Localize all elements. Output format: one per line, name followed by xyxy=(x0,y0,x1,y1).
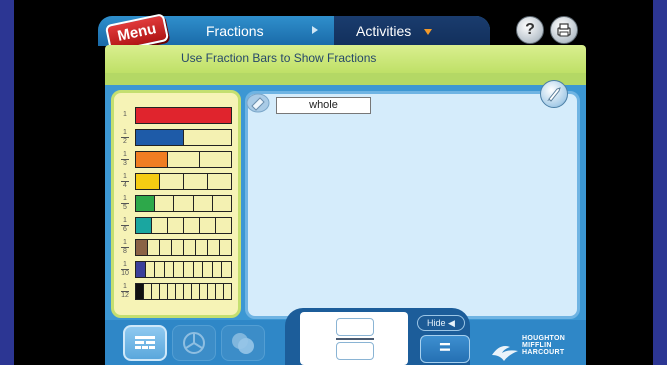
fraction-bar-row[interactable]: 18 xyxy=(121,239,232,256)
fraction-bar-row[interactable]: 1 10 xyxy=(121,261,232,278)
fraction-bar-row[interactable]: 13 xyxy=(121,151,232,168)
fraction-label: 14 xyxy=(121,173,129,190)
activity-title: Use Fraction Bars to Show Fractions xyxy=(181,51,377,65)
fraction-bar-segment xyxy=(207,173,232,190)
fraction-bar-segment xyxy=(219,239,232,256)
denominator-input[interactable] xyxy=(336,342,374,360)
dropdown-arrow-icon xyxy=(424,29,432,35)
fraction-label: 13 xyxy=(121,151,129,168)
fraction-bar-row[interactable]: 1 12 xyxy=(121,283,232,300)
fraction-piece[interactable] xyxy=(135,129,184,146)
fraction-bar-row[interactable]: 1 xyxy=(123,107,232,124)
pie-circle-icon xyxy=(183,332,205,354)
fraction-bar-segment xyxy=(199,151,232,168)
hide-label: Hide xyxy=(427,318,446,328)
fraction-piece[interactable] xyxy=(135,217,152,234)
fraction-bar-row[interactable]: 16 xyxy=(121,217,232,234)
bird-logo-icon xyxy=(492,346,518,361)
fraction-bar-segment xyxy=(223,283,232,300)
fraction-bar-segment xyxy=(173,195,194,212)
counters-icon xyxy=(232,333,254,354)
fraction-piece[interactable] xyxy=(135,151,168,168)
play-arrow-icon xyxy=(312,26,318,34)
bars-grid-icon xyxy=(135,336,155,349)
printer-icon xyxy=(557,23,571,37)
numerator-input[interactable] xyxy=(336,318,374,336)
fraction-bar-segment xyxy=(221,261,232,278)
help-button[interactable]: ? xyxy=(516,16,544,44)
activity-title-bar: Use Fraction Bars to Show Fractions xyxy=(105,45,586,73)
fraction-bar-row[interactable]: 15 xyxy=(121,195,232,212)
publisher-logo: HOUGHTON MIFFLIN HARCOURT xyxy=(490,335,585,363)
fraction-line xyxy=(336,338,374,340)
tab-fractions-label: Fractions xyxy=(206,23,264,39)
fraction-label: 18 xyxy=(121,239,129,256)
equals-button[interactable]: = xyxy=(420,335,470,363)
fraction-bar-segment xyxy=(167,151,200,168)
fraction-bar-row[interactable]: 12 xyxy=(121,129,232,146)
fraction-label: 1 10 xyxy=(121,261,129,277)
bars-tool-button[interactable] xyxy=(123,325,167,361)
fraction-bar-segment xyxy=(199,217,216,234)
fraction-bar-segment xyxy=(183,217,200,234)
fraction-bar-segment xyxy=(154,195,175,212)
fraction-bar-segment xyxy=(151,217,168,234)
hide-button[interactable]: Hide ◀ xyxy=(417,315,465,331)
fraction-piece[interactable] xyxy=(135,173,160,190)
fraction-bars-panel: 1 1 2 1 3 1 4 1 5 1 6 1 8 1 10 1 12 xyxy=(111,90,241,318)
tab-activities[interactable]: Activities xyxy=(334,16,490,46)
print-button[interactable] xyxy=(550,16,578,44)
fraction-label: 12 xyxy=(121,129,129,146)
eraser-icon[interactable] xyxy=(246,93,270,113)
whole-bar-label[interactable]: whole xyxy=(276,97,371,114)
fraction-bar-segment xyxy=(211,195,232,212)
collapse-icon: ◀ xyxy=(448,318,455,328)
fraction-bar-segment xyxy=(183,173,208,190)
fraction-bar-segment xyxy=(192,195,213,212)
fraction-label: 16 xyxy=(121,217,129,234)
fraction-label: 1 xyxy=(123,111,127,118)
fraction-label: 1 12 xyxy=(121,283,129,299)
clear-button[interactable] xyxy=(540,80,568,108)
fraction-bar-segment xyxy=(215,217,232,234)
fraction-piece[interactable] xyxy=(135,107,232,124)
fraction-label: 15 xyxy=(121,195,129,212)
circles-tool-button[interactable] xyxy=(172,325,216,361)
sets-tool-button[interactable] xyxy=(221,325,265,361)
publisher-name: HOUGHTON MIFFLIN HARCOURT xyxy=(522,335,566,356)
fraction-bar-row[interactable]: 14 xyxy=(121,173,232,190)
fraction-bar-segment xyxy=(159,173,184,190)
workspace[interactable] xyxy=(245,91,580,319)
fraction-bar-segment xyxy=(183,129,232,146)
frame-top-strip xyxy=(105,73,586,85)
tab-activities-label: Activities xyxy=(356,23,412,39)
fraction-piece[interactable] xyxy=(135,195,156,212)
rocket-icon xyxy=(547,87,561,102)
fraction-bar-segment xyxy=(167,217,184,234)
